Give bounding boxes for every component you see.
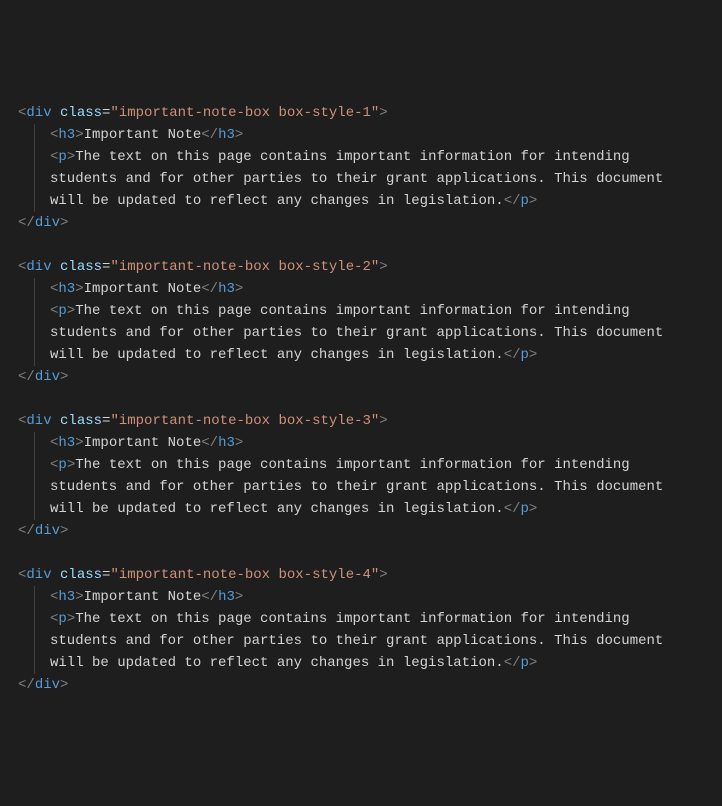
close-div-tag: </div>	[18, 212, 704, 234]
close-div-tag: </div>	[18, 520, 704, 542]
code-editor[interactable]: <div class="important-note-box box-style…	[18, 102, 704, 696]
code-block-1: <div class="important-note-box box-style…	[18, 102, 704, 234]
open-div-tag: <div class="important-note-box box-style…	[18, 256, 704, 278]
open-div-tag: <div class="important-note-box box-style…	[18, 410, 704, 432]
open-div-tag: <div class="important-note-box box-style…	[18, 564, 704, 586]
h3-element: <h3>Important Note</h3>	[50, 432, 704, 454]
close-div-tag: </div>	[18, 366, 704, 388]
h3-element: <h3>Important Note</h3>	[50, 124, 704, 146]
h3-element: <h3>Important Note</h3>	[50, 278, 704, 300]
indented-content: <h3>Important Note</h3><p>The text on th…	[18, 586, 704, 674]
indented-content: <h3>Important Note</h3><p>The text on th…	[18, 278, 704, 366]
p-element: <p>The text on this page contains import…	[50, 454, 704, 520]
code-block-4: <div class="important-note-box box-style…	[18, 564, 704, 696]
code-block-2: <div class="important-note-box box-style…	[18, 256, 704, 388]
h3-element: <h3>Important Note</h3>	[50, 586, 704, 608]
open-div-tag: <div class="important-note-box box-style…	[18, 102, 704, 124]
p-element: <p>The text on this page contains import…	[50, 146, 704, 212]
indented-content: <h3>Important Note</h3><p>The text on th…	[18, 124, 704, 212]
p-element: <p>The text on this page contains import…	[50, 608, 704, 674]
indented-content: <h3>Important Note</h3><p>The text on th…	[18, 432, 704, 520]
p-element: <p>The text on this page contains import…	[50, 300, 704, 366]
code-block-3: <div class="important-note-box box-style…	[18, 410, 704, 542]
close-div-tag: </div>	[18, 674, 704, 696]
